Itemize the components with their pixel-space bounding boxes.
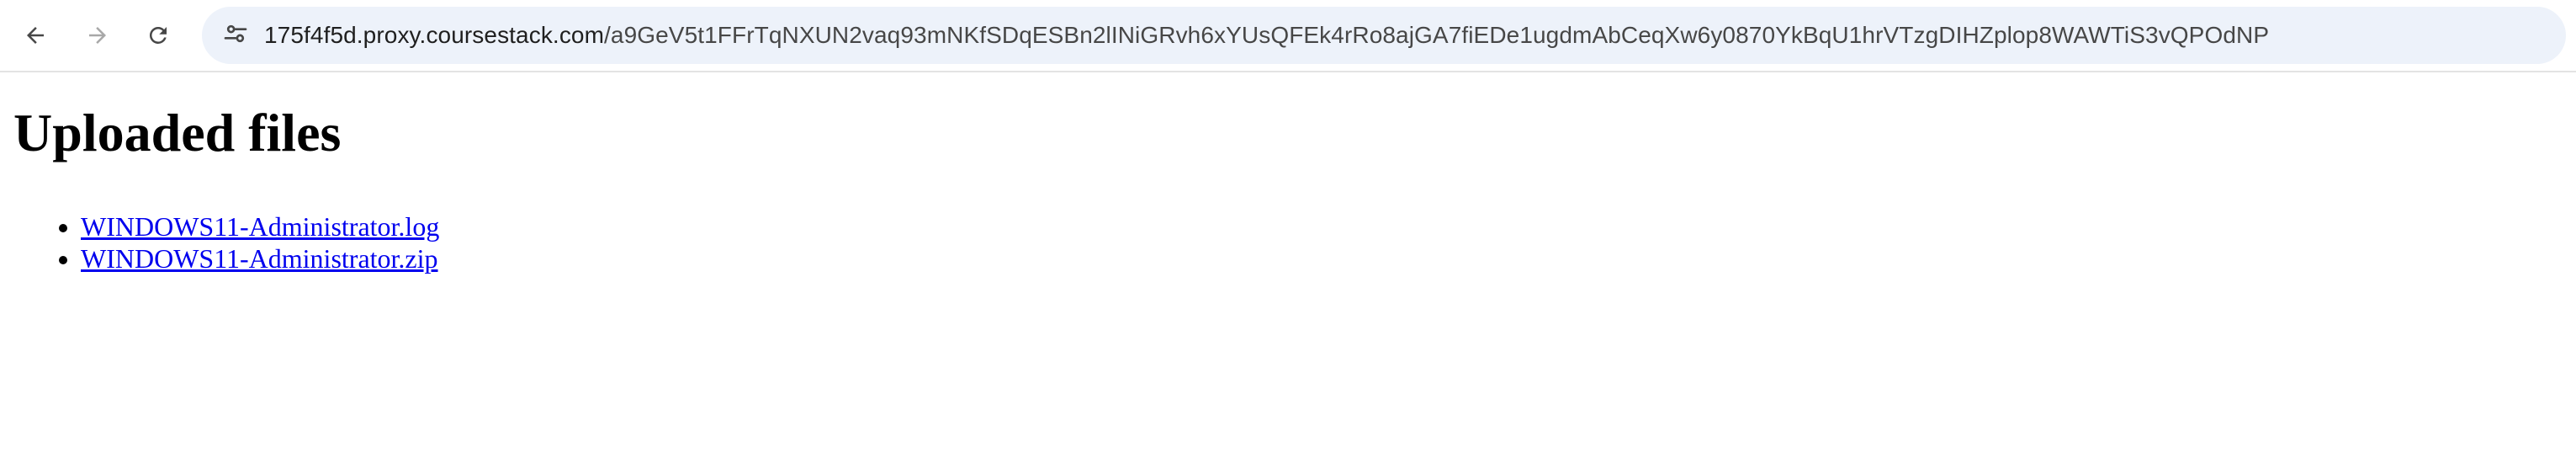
reload-button[interactable] xyxy=(133,10,183,61)
page-content: Uploaded files WINDOWS11-Administrator.l… xyxy=(0,72,2576,458)
back-button[interactable] xyxy=(10,10,61,61)
tune-icon xyxy=(222,20,249,51)
url-text[interactable]: 175f4f5d.proxy.coursestack.com/a9GeV5t1F… xyxy=(264,7,2269,64)
back-arrow-icon xyxy=(23,23,48,48)
address-bar[interactable]: 175f4f5d.proxy.coursestack.com/a9GeV5t1F… xyxy=(202,7,2566,64)
file-link-log[interactable]: WINDOWS11-Administrator.log xyxy=(81,211,439,242)
forward-arrow-icon xyxy=(85,23,110,48)
file-list: WINDOWS11-Administrator.log WINDOWS11-Ad… xyxy=(0,210,439,274)
site-info-button[interactable] xyxy=(214,13,257,57)
forward-button[interactable] xyxy=(72,10,123,61)
reload-icon xyxy=(146,23,171,48)
list-item: WINDOWS11-Administrator.log xyxy=(81,210,439,242)
list-item: WINDOWS11-Administrator.zip xyxy=(81,242,439,274)
browser-toolbar: 175f4f5d.proxy.coursestack.com/a9GeV5t1F… xyxy=(0,0,2576,72)
url-path: /a9GeV5t1FFrTqNXUN2vaq93mNKfSDqESBn2lINi… xyxy=(604,22,2270,48)
file-link-zip[interactable]: WINDOWS11-Administrator.zip xyxy=(81,243,438,274)
url-host: 175f4f5d.proxy.coursestack.com xyxy=(264,22,605,48)
page-title: Uploaded files xyxy=(13,103,342,162)
